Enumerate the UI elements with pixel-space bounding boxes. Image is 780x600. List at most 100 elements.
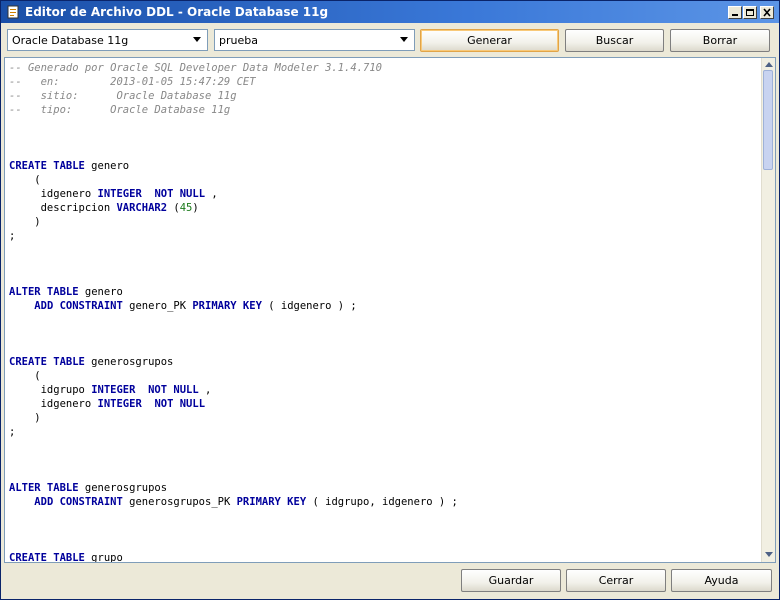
code-line: ; bbox=[9, 229, 759, 243]
code-line: CREATE TABLE genero bbox=[9, 159, 759, 173]
code-line: -- en: 2013-01-05 15:47:29 CET bbox=[9, 75, 759, 89]
code-token: , bbox=[198, 384, 212, 396]
code-token: ) bbox=[9, 412, 41, 424]
sql-keyword: INTEGER bbox=[91, 384, 136, 396]
title-bar[interactable]: Editor de Archivo DDL - Oracle Database … bbox=[1, 1, 779, 23]
code-line: -- Generado por Oracle SQL Developer Dat… bbox=[9, 61, 759, 75]
generate-button[interactable]: Generar bbox=[420, 29, 559, 52]
code-line: CREATE TABLE generosgrupos bbox=[9, 355, 759, 369]
clear-button[interactable]: Borrar bbox=[670, 29, 770, 52]
sql-keyword: PRIMARY KEY bbox=[236, 496, 307, 508]
sql-keyword: PRIMARY KEY bbox=[192, 300, 262, 312]
code-token: idgrupo bbox=[9, 384, 92, 396]
sql-keyword: CREATE TABLE bbox=[9, 356, 85, 368]
code-line: -- tipo: Oracle Database 11g bbox=[9, 103, 759, 117]
code-line: descripcion VARCHAR2 (45) bbox=[9, 201, 759, 215]
design-select[interactable]: prueba bbox=[214, 29, 415, 51]
chevron-down-icon bbox=[193, 37, 201, 42]
scrollbar-thumb[interactable] bbox=[763, 70, 773, 170]
toolbar: Oracle Database 11g prueba Generar Busca… bbox=[1, 23, 779, 57]
save-button[interactable]: Guardar bbox=[461, 569, 561, 592]
chevron-down-icon bbox=[400, 37, 408, 42]
code-token: ) bbox=[192, 202, 199, 214]
code-token: grupo bbox=[84, 552, 123, 563]
code-token: genero bbox=[84, 160, 130, 172]
search-button[interactable]: Buscar bbox=[565, 29, 664, 52]
code-line: ( bbox=[9, 369, 759, 383]
code-token: 45 bbox=[179, 202, 193, 214]
close-window-button[interactable] bbox=[760, 6, 774, 19]
code-token: ; bbox=[9, 230, 16, 242]
maximize-icon bbox=[746, 9, 754, 16]
sql-comment: -- Generado por Oracle SQL Developer Dat… bbox=[9, 62, 382, 74]
database-select-value: Oracle Database 11g bbox=[12, 34, 129, 47]
code-line: -- sitio: Oracle Database 11g bbox=[9, 89, 759, 103]
code-line: ) bbox=[9, 215, 759, 229]
maximize-button[interactable] bbox=[743, 6, 757, 19]
sql-comment: -- tipo: Oracle Database 11g bbox=[9, 104, 231, 116]
code-line: ADD CONSTRAINT generosgrupos_PK PRIMARY … bbox=[9, 495, 759, 509]
scroll-down-icon[interactable] bbox=[765, 552, 773, 557]
vertical-scrollbar[interactable] bbox=[761, 58, 775, 562]
database-select[interactable]: Oracle Database 11g bbox=[7, 29, 208, 51]
code-token: generosgrupos_PK bbox=[122, 496, 237, 508]
close-icon bbox=[763, 8, 771, 17]
close-button[interactable]: Cerrar bbox=[566, 569, 666, 592]
scroll-up-icon[interactable] bbox=[765, 62, 773, 67]
code-line: idgenero INTEGER NOT NULL bbox=[9, 397, 759, 411]
code-token: descripcion bbox=[9, 202, 117, 214]
sql-keyword: ALTER TABLE bbox=[9, 286, 79, 298]
sql-keyword: NOT NULL bbox=[154, 398, 206, 410]
minimize-button[interactable] bbox=[728, 6, 742, 19]
code-line: ALTER TABLE genero bbox=[9, 285, 759, 299]
sql-keyword: INTEGER bbox=[97, 398, 142, 410]
code-line: idgrupo INTEGER NOT NULL , bbox=[9, 383, 759, 397]
code-token: idgenero bbox=[9, 398, 98, 410]
code-line: ; bbox=[9, 425, 759, 439]
code-token: ( idgenero ) ; bbox=[261, 300, 357, 312]
sql-keyword: NOT NULL bbox=[154, 188, 206, 200]
code-line: CREATE TABLE grupo bbox=[9, 551, 759, 563]
code-token: , bbox=[205, 188, 218, 200]
dialog-footer: Guardar Cerrar Ayuda bbox=[1, 567, 779, 599]
code-token: ( bbox=[9, 174, 41, 186]
code-token: ( idgrupo, idgenero ) ; bbox=[306, 496, 458, 508]
ddl-text-editor[interactable]: -- Generado por Oracle SQL Developer Dat… bbox=[4, 57, 776, 563]
minimize-icon bbox=[732, 14, 738, 16]
code-token: genero_PK bbox=[122, 300, 193, 312]
code-token: genero bbox=[78, 286, 123, 298]
code-token: idgenero bbox=[9, 188, 98, 200]
ddl-file-icon bbox=[7, 5, 19, 19]
ddl-editor-window: Editor de Archivo DDL - Oracle Database … bbox=[0, 0, 780, 600]
code-token: generosgrupos bbox=[84, 356, 174, 368]
sql-keyword: ADD CONSTRAINT bbox=[34, 496, 123, 508]
code-token: ; bbox=[9, 426, 16, 438]
help-button[interactable]: Ayuda bbox=[671, 569, 772, 592]
ddl-code: -- Generado por Oracle SQL Developer Dat… bbox=[9, 61, 759, 563]
code-token: generosgrupos bbox=[78, 482, 168, 494]
code-line: idgenero INTEGER NOT NULL , bbox=[9, 187, 759, 201]
sql-comment: -- en: 2013-01-05 15:47:29 CET bbox=[9, 76, 256, 88]
code-token: ( bbox=[167, 202, 180, 214]
code-line: ( bbox=[9, 173, 759, 187]
sql-keyword: ALTER TABLE bbox=[9, 482, 79, 494]
design-select-value: prueba bbox=[219, 34, 258, 47]
